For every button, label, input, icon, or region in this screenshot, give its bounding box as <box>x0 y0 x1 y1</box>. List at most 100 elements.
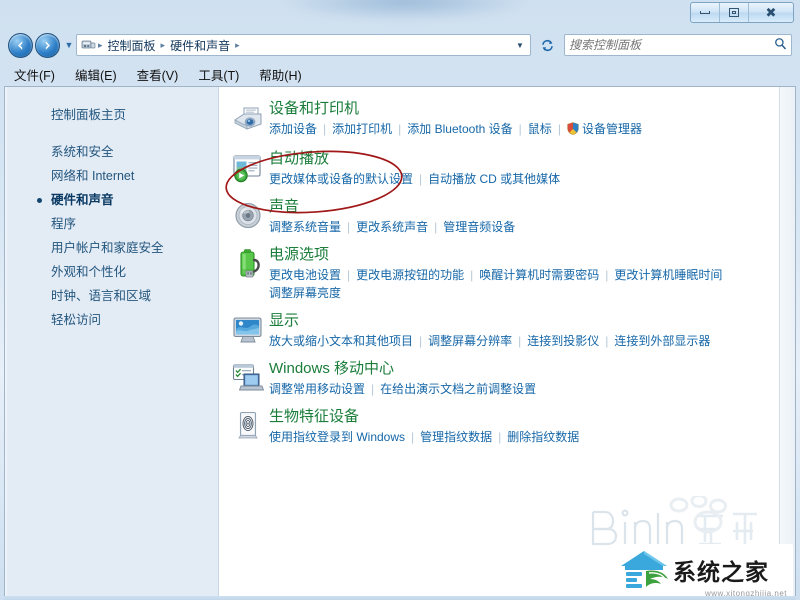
sidebar-item-ease-of-access[interactable]: 轻松访问 <box>5 308 218 332</box>
address-dropdown-icon[interactable]: ▼ <box>512 41 528 50</box>
link-separator: | <box>518 334 522 348</box>
link-connect-to-projector[interactable]: 连接到投影仪 <box>527 334 599 348</box>
menu-view[interactable]: 查看(V) <box>137 65 179 84</box>
link-change-system-sounds[interactable]: 更改系统声音 <box>356 220 428 234</box>
vertical-scrollbar[interactable] <box>779 87 795 596</box>
link-play-cd-or-other-media[interactable]: 自动播放 CD 或其他媒体 <box>428 172 560 186</box>
minimize-icon <box>700 11 710 14</box>
uac-shield-icon <box>567 122 579 140</box>
category-links-line2: 调整屏幕亮度 <box>269 284 795 302</box>
link-change-sleep-time[interactable]: 更改计算机睡眠时间 <box>614 268 722 282</box>
category-devices-and-printers: 设备和打印机 添加设备 | 添加打印机 | 添加 Bluetooth 设备 | 鼠标 | 设备管… <box>227 99 795 140</box>
link-delete-fingerprint-data[interactable]: 删除指纹数据 <box>507 430 579 444</box>
link-separator: | <box>419 334 423 348</box>
sidebar-item-control-panel-home[interactable]: 控制面板主页 <box>5 103 218 127</box>
minimize-button[interactable] <box>691 3 720 22</box>
link-add-device[interactable]: 添加设备 <box>269 122 317 136</box>
menu-bar: 文件(F) 编辑(E) 查看(V) 工具(T) 帮助(H) <box>0 62 800 86</box>
link-require-password-on-wakeup[interactable]: 唤醒计算机时需要密码 <box>479 268 599 282</box>
category-texts: 电源选项 更改电池设置 | 更改电源按钮的功能 | 唤醒计算机时需要密码 | 更改计算机睡眠… <box>269 245 795 302</box>
link-add-printer[interactable]: 添加打印机 <box>332 122 392 136</box>
refresh-button[interactable] <box>535 34 559 56</box>
category-texts: 显示 放大或缩小文本和其他项目 | 调整屏幕分辨率 | 连接到投影仪 | 连接到外部显示器 <box>269 311 795 350</box>
link-device-manager[interactable]: 设备管理器 <box>582 122 642 136</box>
power-options-icon <box>227 245 269 281</box>
sidebar-item-clock-language-region[interactable]: 时钟、语言和区域 <box>5 284 218 308</box>
control-panel-icon <box>80 37 97 53</box>
sidebar-item-user-accounts[interactable]: 用户帐户和家庭安全 <box>5 236 218 260</box>
maximize-button[interactable] <box>720 3 749 22</box>
category-windows-mobility-center: Windows 移动中心 调整常用移动设置 | 在给出演示文档之前调整设置 <box>227 359 795 398</box>
category-title-biometric-devices[interactable]: 生物特征设备 <box>269 407 359 427</box>
link-separator: | <box>347 220 351 234</box>
link-separator: | <box>371 382 375 396</box>
control-panel-window: ✖ ▼ ▸ 控制面板 ▸ 硬件和声音 ▸ ▼ 搜索控制面板 文件(F) 编辑(E… <box>0 0 800 600</box>
category-title-display[interactable]: 显示 <box>269 311 299 331</box>
link-separator: | <box>398 122 402 136</box>
xitongzhijia-name: 系统之家 <box>673 560 769 586</box>
category-display: 显示 放大或缩小文本和其他项目 | 调整屏幕分辨率 | 连接到投影仪 | 连接到外部显示器 <box>227 311 795 350</box>
breadcrumb-separator[interactable]: ▸ <box>234 40 241 51</box>
menu-edit[interactable]: 编辑(E) <box>75 65 117 84</box>
category-title-sound[interactable]: 声音 <box>269 197 299 217</box>
category-title-windows-mobility-center[interactable]: Windows 移动中心 <box>269 359 394 379</box>
close-icon: ✖ <box>765 5 777 20</box>
category-biometric-devices: 生物特征设备 使用指纹登录到 Windows | 管理指纹数据 | 删除指纹数据 <box>227 407 795 446</box>
sidebar-item-hardware-and-sound[interactable]: 硬件和声音 <box>5 188 218 212</box>
link-make-text-larger-or-smaller[interactable]: 放大或缩小文本和其他项目 <box>269 334 413 348</box>
category-links: 更改媒体或设备的默认设置 | 自动播放 CD 或其他媒体 <box>269 170 795 188</box>
category-title-devices-and-printers[interactable]: 设备和打印机 <box>269 99 359 119</box>
category-links: 调整常用移动设置 | 在给出演示文档之前调整设置 <box>269 380 795 398</box>
back-button[interactable] <box>8 32 33 58</box>
sidebar-item-programs[interactable]: 程序 <box>5 212 218 236</box>
link-separator: | <box>419 172 423 186</box>
search-input[interactable] <box>569 38 774 52</box>
link-adjust-screen-resolution[interactable]: 调整屏幕分辨率 <box>428 334 512 348</box>
link-change-default-settings-for-media[interactable]: 更改媒体或设备的默认设置 <box>269 172 413 186</box>
breadcrumb-hardware-and-sound[interactable]: 硬件和声音 <box>166 37 234 54</box>
link-mouse[interactable]: 鼠标 <box>528 122 552 136</box>
navigation-bar: ▼ ▸ 控制面板 ▸ 硬件和声音 ▸ ▼ <box>0 29 800 61</box>
category-links: 放大或缩小文本和其他项目 | 调整屏幕分辨率 | 连接到投影仪 | 连接到外部显示器 <box>269 332 795 350</box>
forward-button[interactable] <box>35 32 60 58</box>
sidebar-item-network-and-internet[interactable]: 网络和 Internet <box>5 164 218 188</box>
link-use-fingerprint-to-login[interactable]: 使用指纹登录到 Windows <box>269 430 405 444</box>
menu-help[interactable]: 帮助(H) <box>259 65 301 84</box>
link-connect-to-external-display[interactable]: 连接到外部显示器 <box>614 334 710 348</box>
link-manage-fingerprint-data[interactable]: 管理指纹数据 <box>420 430 492 444</box>
mobility-center-icon <box>227 359 269 395</box>
link-separator: | <box>498 430 502 444</box>
category-links: 调整系统音量 | 更改系统声音 | 管理音频设备 <box>269 218 795 236</box>
category-power-options: 电源选项 更改电池设置 | 更改电源按钮的功能 | 唤醒计算机时需要密码 | 更改计算机睡眠… <box>227 245 795 302</box>
glass-highlight <box>280 0 530 22</box>
link-manage-audio-devices[interactable]: 管理音频设备 <box>443 220 515 234</box>
link-change-battery-settings[interactable]: 更改电池设置 <box>269 268 341 282</box>
link-adjust-common-mobility-settings[interactable]: 调整常用移动设置 <box>269 382 365 396</box>
category-title-power-options[interactable]: 电源选项 <box>269 245 329 265</box>
window-controls: ✖ <box>690 2 794 23</box>
breadcrumb-control-panel[interactable]: 控制面板 <box>104 37 160 54</box>
sidebar-item-system-and-security[interactable]: 系统和安全 <box>5 140 218 164</box>
refresh-icon <box>541 39 553 51</box>
autoplay-icon <box>227 149 269 185</box>
menu-file[interactable]: 文件(F) <box>14 65 55 84</box>
xitongzhijia-url: www.xitongzhijia.net <box>704 589 787 596</box>
category-texts: 声音 调整系统音量 | 更改系统声音 | 管理音频设备 <box>269 197 795 236</box>
category-texts: Windows 移动中心 调整常用移动设置 | 在给出演示文档之前调整设置 <box>269 359 795 398</box>
close-button[interactable]: ✖ <box>749 3 793 22</box>
search-icon[interactable] <box>774 37 787 53</box>
link-adjust-screen-brightness[interactable]: 调整屏幕亮度 <box>269 286 341 300</box>
recent-pages-button[interactable]: ▼ <box>62 40 76 50</box>
sidebar-item-appearance[interactable]: 外观和个性化 <box>5 260 218 284</box>
link-change-power-button-behavior[interactable]: 更改电源按钮的功能 <box>356 268 464 282</box>
address-bar[interactable]: ▸ 控制面板 ▸ 硬件和声音 ▸ ▼ <box>76 34 531 56</box>
sound-icon <box>227 197 269 233</box>
menu-tools[interactable]: 工具(T) <box>198 65 239 84</box>
category-links: 添加设备 | 添加打印机 | 添加 Bluetooth 设备 | 鼠标 | 设备管理器 <box>269 120 795 140</box>
link-add-bluetooth-device[interactable]: 添加 Bluetooth 设备 <box>407 122 512 136</box>
biometric-devices-icon <box>227 407 269 443</box>
category-title-autoplay[interactable]: 自动播放 <box>269 149 329 169</box>
search-box[interactable] <box>564 34 792 56</box>
link-adjust-settings-before-presentation[interactable]: 在给出演示文档之前调整设置 <box>380 382 536 396</box>
link-adjust-system-volume[interactable]: 调整系统音量 <box>269 220 341 234</box>
